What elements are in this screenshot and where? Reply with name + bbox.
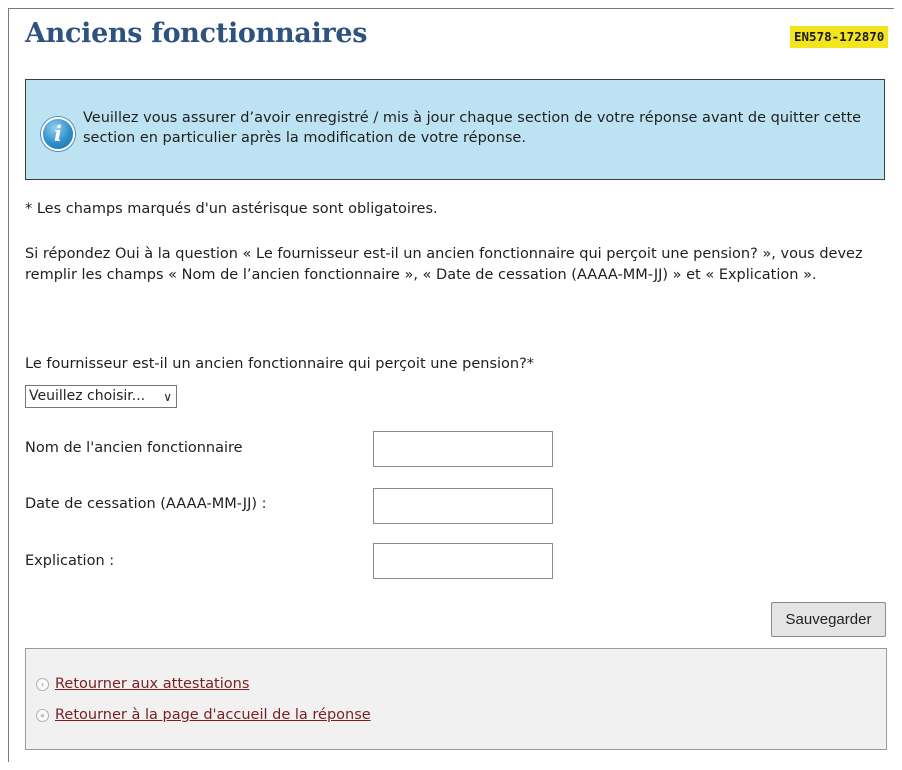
pension-select[interactable]: Veuillez choisir... ∨	[25, 385, 177, 408]
info-notice: i Veuillez vous assurer d’avoir enregist…	[25, 79, 885, 180]
info-message: Veuillez vous assurer d’avoir enregistré…	[83, 110, 862, 146]
page-title: Anciens fonctionnaires	[25, 18, 368, 49]
required-fields-note: * Les champs marqués d'un astérisque son…	[25, 201, 438, 217]
info-icon: i	[41, 117, 75, 151]
former-employee-name-label: Nom de l'ancien fonctionnaire	[25, 440, 243, 456]
explanation-label: Explication :	[25, 553, 115, 569]
reference-badge: EN578-172870	[790, 26, 889, 48]
navigation-links-panel: ‹ Retourner aux attestations « Retourner à…	[25, 648, 887, 750]
back-to-attestations-label: Retourner aux attestations	[55, 676, 250, 692]
explanation-input[interactable]	[373, 543, 553, 579]
double-chevron-left-icon: «	[36, 708, 49, 722]
save-button[interactable]: Sauvegarder	[771, 602, 886, 637]
pension-select-value: Veuillez choisir...	[29, 388, 146, 404]
back-to-response-home-label: Retourner à la page d'accueil de la répo…	[55, 707, 371, 723]
termination-date-input[interactable]	[373, 488, 553, 524]
chevron-down-icon: ∨	[163, 390, 172, 404]
single-chevron-left-icon: ‹	[36, 677, 49, 691]
instructions-text: Si répondez Oui à la question « Le fourn…	[25, 246, 863, 283]
back-to-attestations-link[interactable]: ‹ Retourner aux attestations	[36, 676, 249, 692]
former-employee-name-input[interactable]	[373, 431, 553, 467]
termination-date-label: Date de cessation (AAAA-MM-JJ) :	[25, 496, 267, 512]
pension-question-label: Le fournisseur est-il un ancien fonction…	[25, 356, 535, 372]
back-to-response-home-link[interactable]: « Retourner à la page d'accueil de la rép…	[36, 707, 371, 723]
